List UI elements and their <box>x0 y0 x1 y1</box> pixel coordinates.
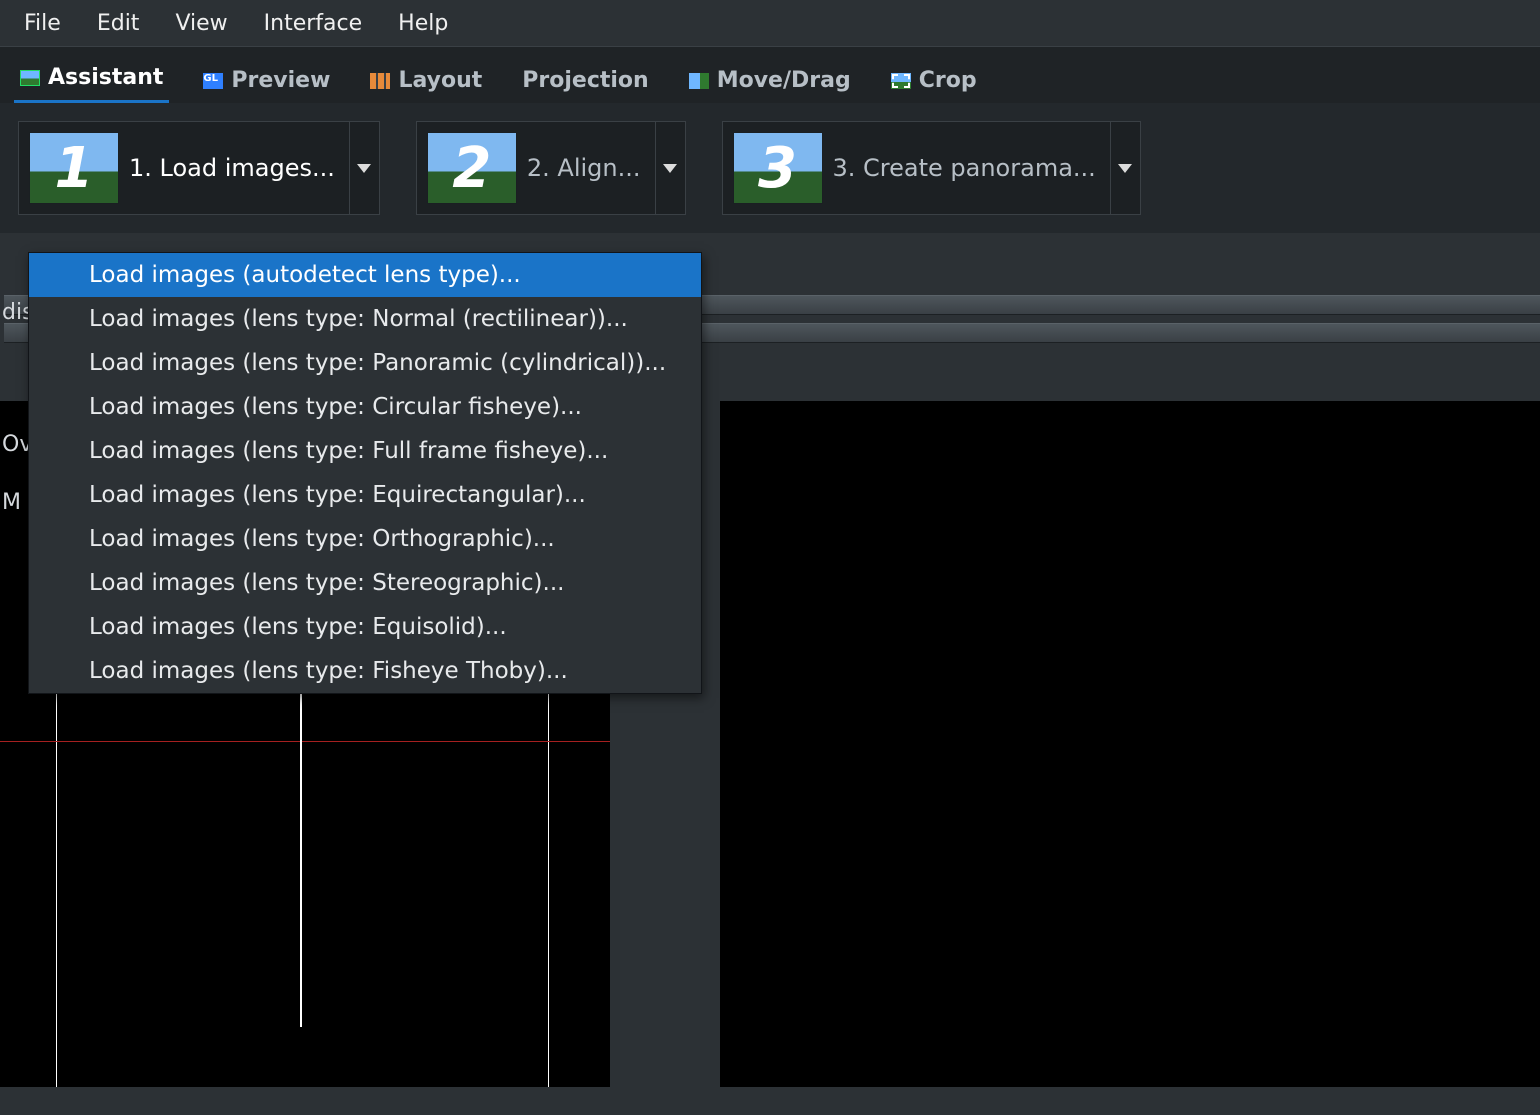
tab-label: Assistant <box>48 65 163 90</box>
step-1-button[interactable]: 1 1. Load images... <box>19 122 349 214</box>
step-3-icon: 3 <box>733 132 823 204</box>
step-1-dropdown-toggle[interactable] <box>349 122 379 214</box>
tab-move-drag[interactable]: Move/Drag <box>683 64 857 103</box>
move-icon <box>689 73 709 89</box>
step-align: 2 2. Align... <box>416 121 686 215</box>
assistant-icon <box>20 70 40 86</box>
chevron-down-icon <box>1118 164 1132 173</box>
tab-layout[interactable]: Layout <box>364 64 488 103</box>
step-load-images: 1 1. Load images... <box>18 121 380 215</box>
step-3-button[interactable]: 3 3. Create panorama... <box>723 122 1110 214</box>
layout-icon <box>370 73 390 89</box>
dd-item-cylindrical[interactable]: Load images (lens type: Panoramic (cylin… <box>29 341 701 385</box>
tab-crop[interactable]: Crop <box>885 64 983 103</box>
steps-toolbar: 1 1. Load images... 2 2. Align... 3 3. C… <box>0 103 1540 233</box>
tab-label: Crop <box>919 68 977 93</box>
step-1-label: 1. Load images... <box>129 154 335 182</box>
step-create-panorama: 3 3. Create panorama... <box>722 121 1141 215</box>
menubar: File Edit View Interface Help <box>0 0 1540 46</box>
dd-item-stereographic[interactable]: Load images (lens type: Stereographic)..… <box>29 561 701 605</box>
load-images-dropdown: Load images (autodetect lens type)... Lo… <box>28 252 702 694</box>
preview-icon: GL <box>203 73 223 89</box>
dd-item-rectilinear[interactable]: Load images (lens type: Normal (rectilin… <box>29 297 701 341</box>
step-1-icon: 1 <box>29 132 119 204</box>
chevron-down-icon <box>357 164 371 173</box>
dd-item-equisolid[interactable]: Load images (lens type: Equisolid)... <box>29 605 701 649</box>
step-2-button[interactable]: 2 2. Align... <box>417 122 655 214</box>
menu-interface[interactable]: Interface <box>246 5 381 42</box>
crop-icon <box>891 73 911 89</box>
dd-item-fullframe-fisheye[interactable]: Load images (lens type: Full frame fishe… <box>29 429 701 473</box>
menu-help[interactable]: Help <box>380 5 466 42</box>
dd-item-orthographic[interactable]: Load images (lens type: Orthographic)... <box>29 517 701 561</box>
tab-label: Move/Drag <box>717 68 851 93</box>
step-3-dropdown-toggle[interactable] <box>1110 122 1140 214</box>
tab-preview[interactable]: GL Preview <box>197 64 336 103</box>
step-2-icon: 2 <box>427 132 517 204</box>
dd-item-fisheye-thoby[interactable]: Load images (lens type: Fisheye Thoby)..… <box>29 649 701 693</box>
dd-item-equirectangular[interactable]: Load images (lens type: Equirectangular)… <box>29 473 701 517</box>
dd-item-autodetect[interactable]: Load images (autodetect lens type)... <box>29 253 701 297</box>
menu-view[interactable]: View <box>157 5 245 42</box>
guide-hline-red <box>0 741 610 742</box>
tab-assistant[interactable]: Assistant <box>14 61 169 103</box>
step-3-label: 3. Create panorama... <box>833 154 1096 182</box>
menu-file[interactable]: File <box>6 5 79 42</box>
label-fragment-m: M <box>2 490 21 515</box>
preview-canvas[interactable] <box>720 401 1540 1087</box>
step-2-label: 2. Align... <box>527 154 641 182</box>
tab-projection[interactable]: Projection <box>516 64 654 103</box>
tab-label: Preview <box>231 68 330 93</box>
menu-edit[interactable]: Edit <box>79 5 158 42</box>
tab-label: Layout <box>398 68 482 93</box>
tabbar: Assistant GL Preview Layout Projection M… <box>0 46 1540 103</box>
chevron-down-icon <box>663 164 677 173</box>
tab-label: Projection <box>522 68 648 93</box>
dd-item-circular-fisheye[interactable]: Load images (lens type: Circular fisheye… <box>29 385 701 429</box>
step-2-dropdown-toggle[interactable] <box>655 122 685 214</box>
